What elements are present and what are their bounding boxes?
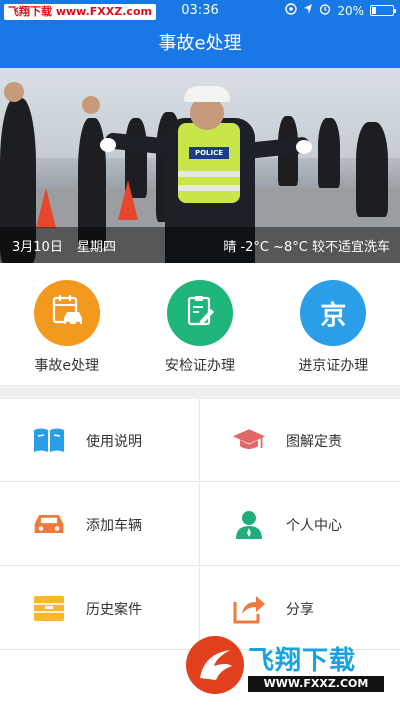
quick-action-label: 事故e处理 (34, 358, 99, 374)
page-title: 事故e处理 (158, 33, 242, 54)
menu-item-label: 个人中心 (286, 518, 342, 534)
beijing-icon: 京 (320, 300, 347, 331)
battery-icon (370, 5, 396, 16)
vest-stripe (178, 171, 240, 177)
car-icon (32, 507, 66, 541)
watermark-logo: 飞翔下载 WWW.FXXZ.COM (186, 636, 390, 698)
officer-glove (296, 140, 312, 154)
menu-item-label: 添加车辆 (86, 518, 142, 534)
app-title-bar: 事故e处理 (0, 22, 400, 68)
share-icon (232, 591, 266, 625)
bg-person (318, 118, 340, 188)
quick-action-label: 进京证办理 (298, 358, 369, 374)
watermark-url: WWW.FXXZ.COM (248, 676, 384, 692)
bg-person (356, 122, 388, 217)
section-divider (0, 385, 400, 399)
menu-grid: 使用说明 图解定责 添加车辆 个人中心 历史案件 分享 (0, 399, 400, 650)
quick-action-accident[interactable]: 事故e处理 (0, 263, 133, 385)
banner-weekday: 星期四 (77, 240, 117, 255)
graduation-cap-icon (232, 423, 266, 457)
bg-person-head (82, 96, 100, 114)
quick-action-beijing-permit[interactable]: 京 进京证办理 (267, 263, 400, 385)
folder-icon (32, 591, 66, 625)
traffic-cone (36, 188, 56, 228)
battery-percent: 20% (337, 3, 364, 18)
menu-item-label: 使用说明 (86, 434, 142, 450)
beijing-circle: 京 (300, 280, 367, 346)
accident-car-icon (49, 293, 85, 333)
menu-item-instructions[interactable]: 使用说明 (0, 399, 200, 482)
alarm-icon (319, 3, 331, 18)
menu-item-label: 图解定责 (286, 434, 342, 450)
inspection-circle (166, 280, 233, 346)
status-right: 20% (285, 3, 396, 18)
officer-cap (184, 86, 230, 102)
accident-circle (33, 280, 100, 346)
battery-fill (372, 7, 376, 14)
quick-action-inspection[interactable]: 安检证办理 (133, 263, 266, 385)
menu-item-label: 历史案件 (86, 602, 142, 618)
menu-item-personal-center[interactable]: 个人中心 (200, 483, 400, 566)
banner-weather: 晴 -2°C ~8°C 较不适宜洗车 (223, 240, 390, 255)
menu-item-label: 分享 (286, 602, 314, 618)
quick-actions: 事故e处理 安检证办理 京 进京证办理 (0, 263, 400, 385)
traffic-cone (118, 180, 138, 220)
orientation-lock-icon (285, 3, 298, 18)
menu-item-liability[interactable]: 图解定责 (200, 399, 400, 482)
officer-glove (100, 138, 116, 152)
bg-person-head (4, 82, 24, 102)
book-icon (32, 423, 66, 457)
menu-item-add-vehicle[interactable]: 添加车辆 (0, 483, 200, 566)
quick-action-label: 安检证办理 (164, 358, 235, 374)
watermark-disc-icon (186, 636, 244, 694)
menu-item-history[interactable]: 历史案件 (0, 567, 200, 650)
user-icon (232, 507, 266, 541)
banner-info-bar: 3月10日 星期四 晴 -2°C ~8°C 较不适宜洗车 (0, 227, 400, 263)
officer-vest (178, 123, 240, 203)
watermark-title: 飞翔下载 (248, 646, 357, 676)
police-tag: POLICE (189, 147, 229, 159)
banner-date: 3月10日 (12, 240, 63, 255)
document-pen-icon (183, 294, 217, 332)
location-icon (303, 3, 313, 18)
vest-stripe (178, 185, 240, 191)
status-bar: 飞翔下载 www.FXXZ.com 03:36 20% (0, 0, 400, 22)
